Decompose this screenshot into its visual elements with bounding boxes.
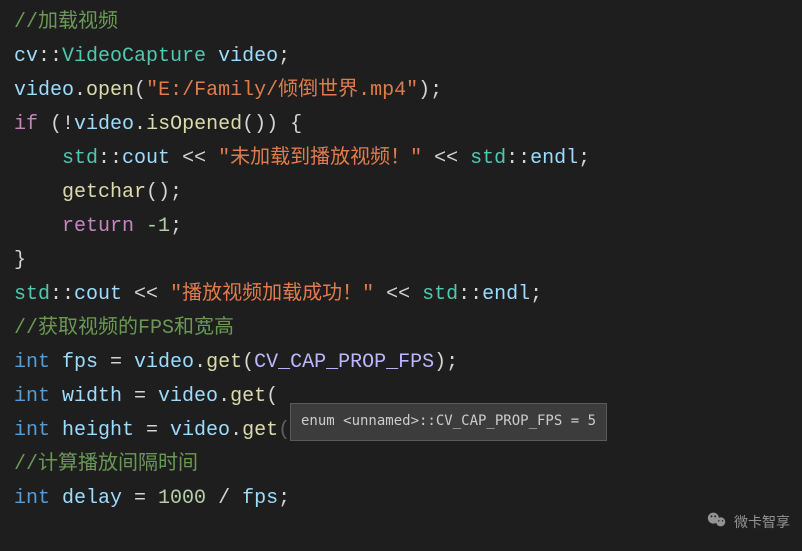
namespace: std — [470, 147, 506, 170]
paren: ( — [266, 385, 278, 408]
scope-op: :: — [50, 283, 74, 306]
scope-op: :: — [506, 147, 530, 170]
punct: ()) { — [242, 113, 302, 136]
scope-op: :: — [38, 45, 62, 68]
cout: cout — [74, 283, 122, 306]
paren: ( — [278, 419, 290, 442]
type-keyword: int — [14, 487, 50, 510]
watermark: 微卡智享 — [706, 509, 790, 541]
namespace: cv — [14, 45, 38, 68]
method: get — [242, 419, 278, 442]
variable: height — [50, 419, 146, 442]
op: << — [422, 147, 470, 170]
punct: (! — [38, 113, 74, 136]
watermark-text: 微卡智享 — [734, 513, 790, 537]
type-keyword: int — [14, 385, 50, 408]
method: get — [230, 385, 266, 408]
variable: video — [74, 113, 134, 136]
op: << — [122, 283, 170, 306]
semicolon: ; — [578, 147, 590, 170]
cout: cout — [122, 147, 170, 170]
string-literal: "E:/Family/倾倒世界.mp4" — [146, 79, 418, 102]
op: = — [134, 385, 146, 408]
code-editor[interactable]: //加载视频 cv::VideoCapture video; video.ope… — [0, 0, 802, 522]
semicolon: ; — [278, 45, 290, 68]
variable: video — [158, 419, 230, 442]
variable: video — [122, 351, 194, 374]
semicolon: ; — [170, 215, 182, 238]
namespace: std — [422, 283, 458, 306]
dot: . — [134, 113, 146, 136]
namespace: std — [62, 147, 98, 170]
dot: . — [218, 385, 230, 408]
string-literal: "播放视频加载成功！" — [170, 283, 374, 306]
type-keyword: int — [14, 351, 50, 374]
op: / — [206, 487, 230, 510]
variable: video — [14, 79, 74, 102]
scope-op: :: — [98, 147, 122, 170]
dot: . — [74, 79, 86, 102]
semicolon: ; — [530, 283, 542, 306]
wechat-icon — [706, 509, 728, 541]
variable: fps — [230, 487, 278, 510]
string-literal: "未加载到播放视频！" — [218, 147, 422, 170]
paren: ( — [242, 351, 254, 374]
paren: ); — [434, 351, 458, 374]
comment: //计算播放间隔时间 — [14, 453, 198, 476]
op: = — [134, 487, 158, 510]
variable: video — [146, 385, 218, 408]
dot: . — [194, 351, 206, 374]
variable: width — [50, 385, 134, 408]
if-keyword: if — [14, 113, 38, 136]
namespace: std — [14, 283, 50, 306]
paren: ( — [134, 79, 146, 102]
dot: . — [230, 419, 242, 442]
number: -1 — [146, 215, 170, 238]
paren: ); — [418, 79, 442, 102]
scope-op: :: — [458, 283, 482, 306]
method: isOpened — [146, 113, 242, 136]
type-name: VideoCapture — [62, 45, 206, 68]
method: get — [206, 351, 242, 374]
hover-tooltip: enum <unnamed>::CV_CAP_PROP_FPS = 5 — [290, 403, 607, 441]
variable: delay — [50, 487, 134, 510]
semicolon: ; — [278, 487, 290, 510]
space — [134, 215, 146, 238]
method: open — [86, 79, 134, 102]
macro: CV_CAP_PROP_FPS — [254, 351, 434, 374]
comment: //加载视频 — [14, 11, 118, 34]
variable: fps — [50, 351, 110, 374]
op: = — [110, 351, 122, 374]
endl: endl — [530, 147, 578, 170]
op: << — [374, 283, 422, 306]
comment: //获取视频的FPS和宽高 — [14, 317, 234, 340]
function: getchar — [62, 181, 146, 204]
number: 1000 — [158, 487, 206, 510]
return-keyword: return — [62, 215, 134, 238]
brace: } — [14, 249, 26, 272]
endl: endl — [482, 283, 530, 306]
op: << — [170, 147, 218, 170]
variable: video — [206, 45, 278, 68]
type-keyword: int — [14, 419, 50, 442]
punct: (); — [146, 181, 182, 204]
op: = — [146, 419, 158, 442]
